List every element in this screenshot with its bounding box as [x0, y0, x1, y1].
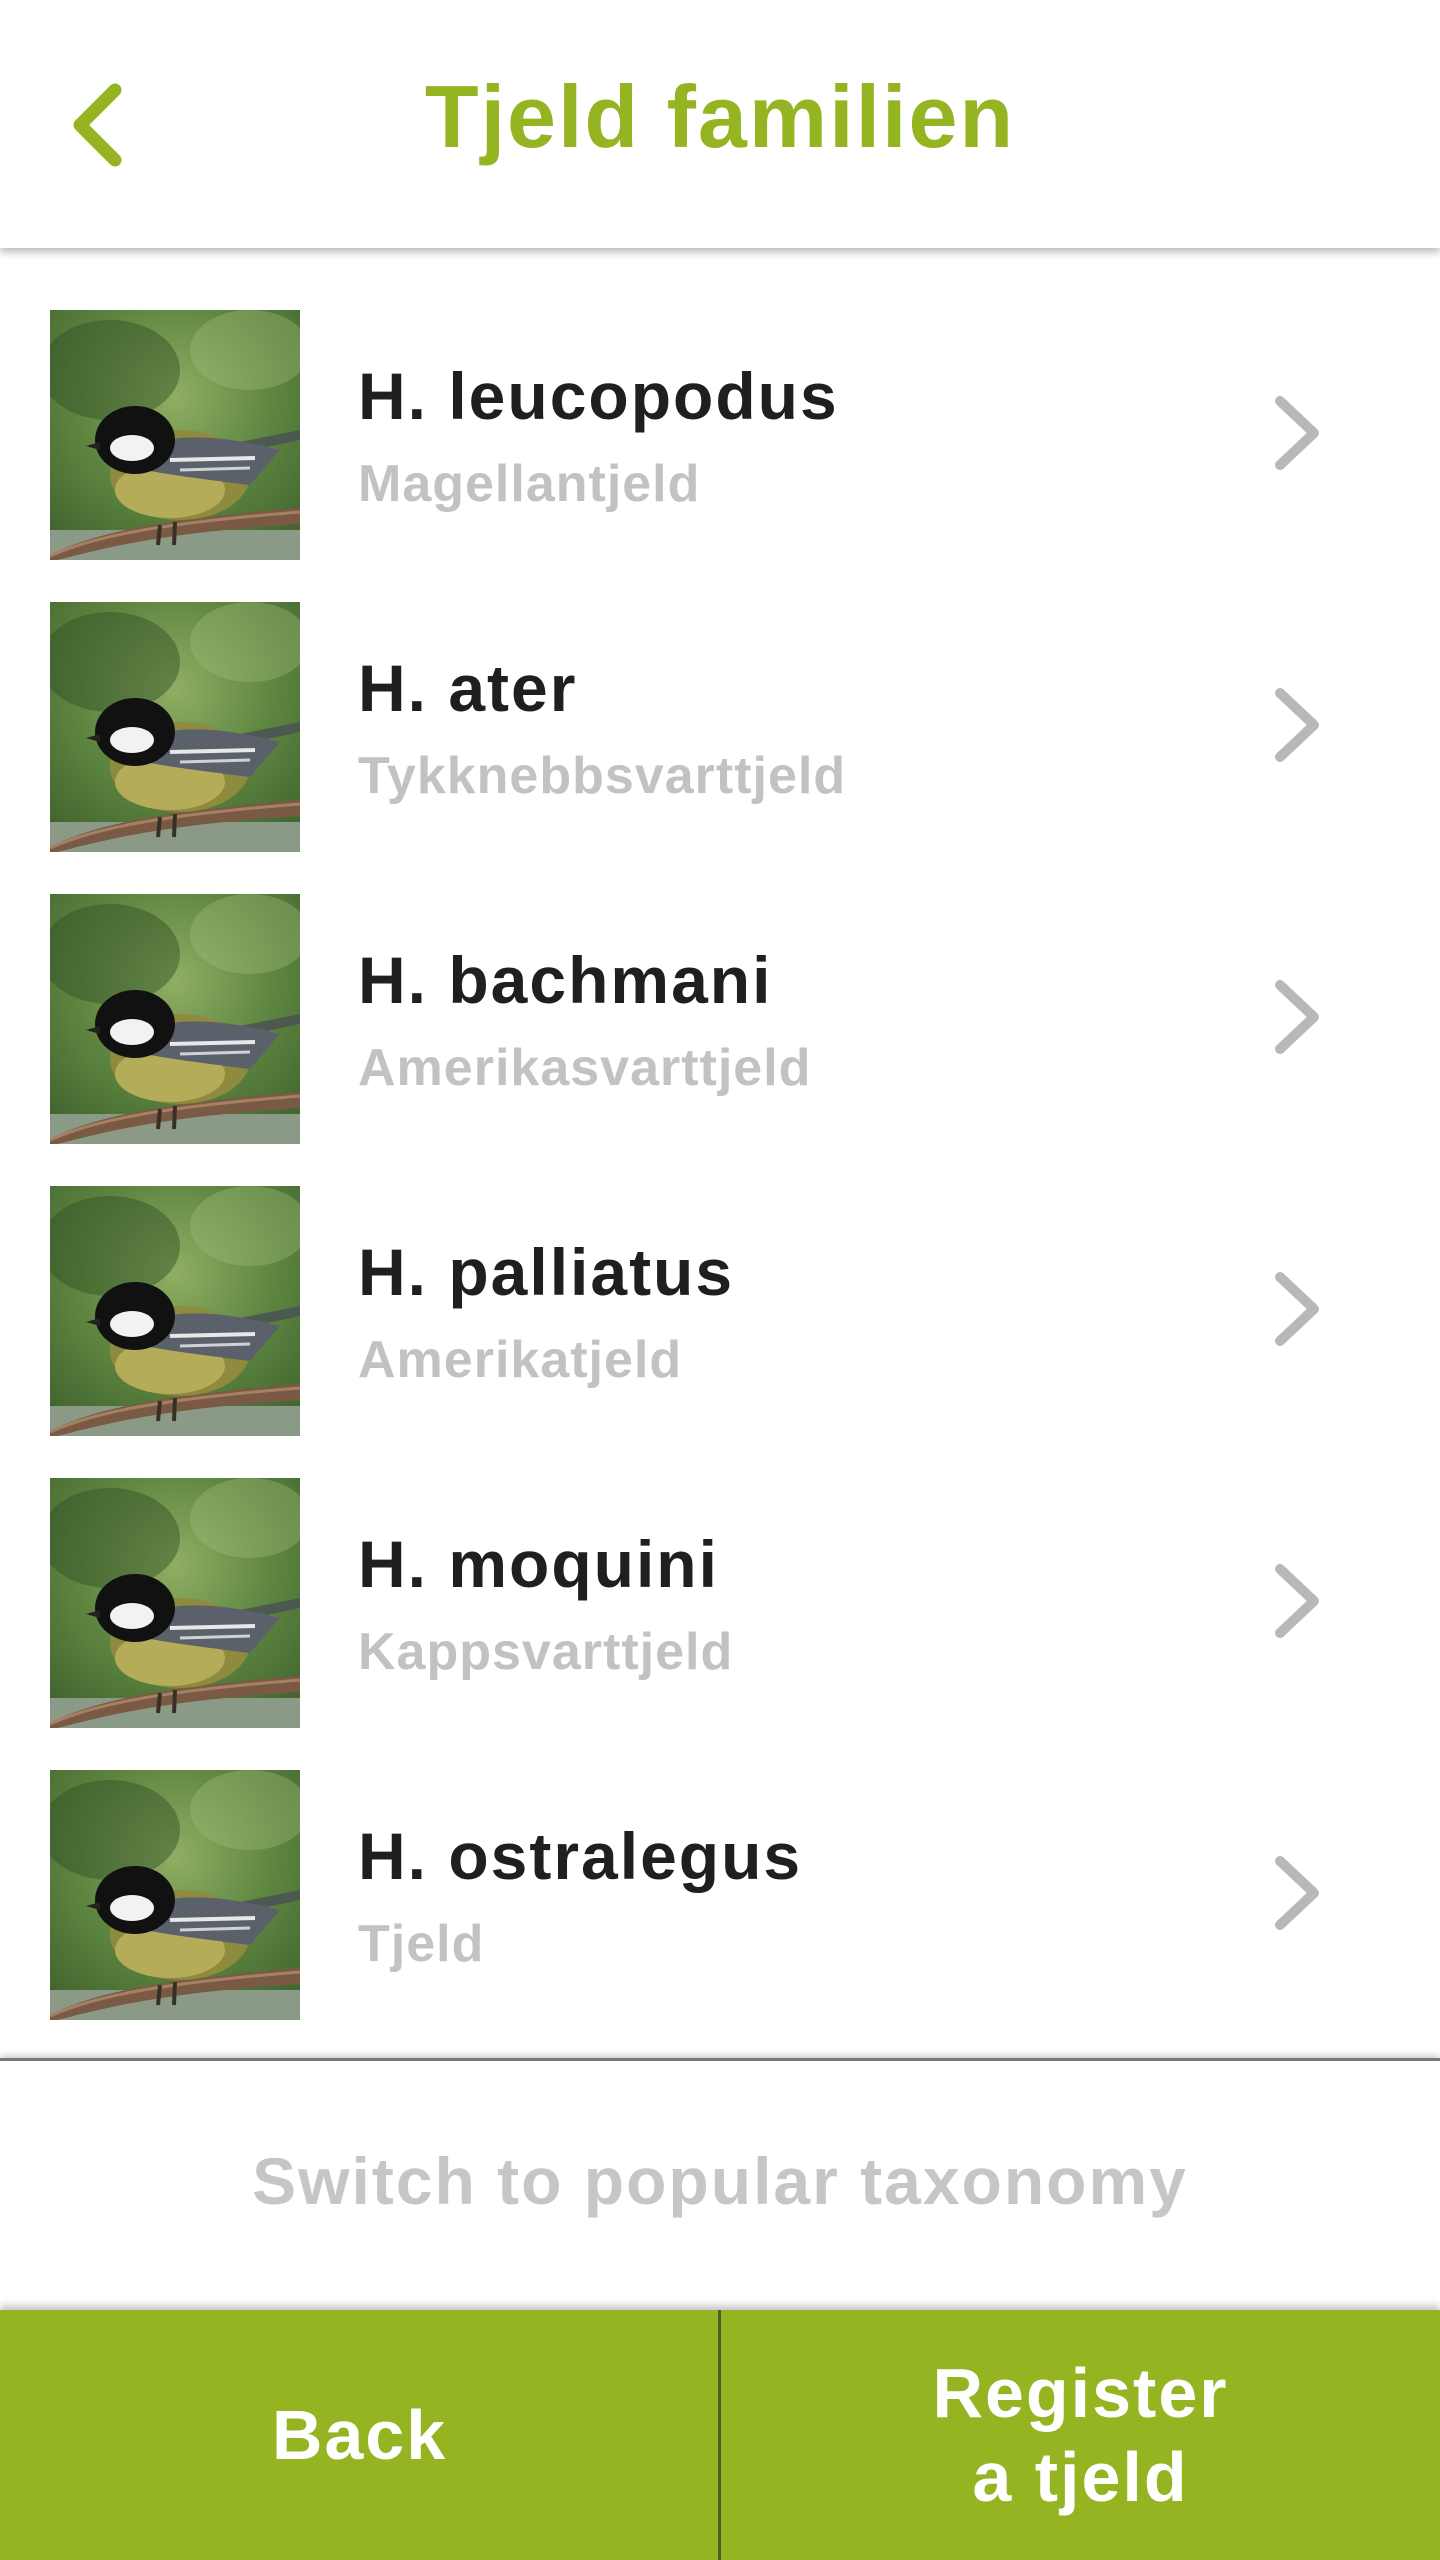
- species-scientific-name: H. ater: [358, 651, 578, 725]
- register-button[interactable]: Register a tjeld: [721, 2310, 1440, 2560]
- species-row[interactable]: H. leucopodus Magellantjeld: [0, 248, 1440, 540]
- page-title: Tjeld familien: [424, 67, 1016, 166]
- species-photo: [50, 1770, 300, 2020]
- species-common-name: Kappsvarttjeld: [358, 1623, 734, 1681]
- species-common-name: Tykknebbsvarttjeld: [358, 747, 847, 805]
- species-common-name: Tjeld: [358, 1915, 485, 1973]
- taxonomy-switch-bar: Switch to popular taxonomy: [0, 2058, 1440, 2313]
- app-header: Tjeld familien: [0, 0, 1440, 248]
- species-common-name: Amerikatjeld: [358, 1331, 683, 1389]
- footer-bar: Back Register a tjeld: [0, 2310, 1440, 2560]
- chevron-right-icon: [1275, 1564, 1319, 1638]
- species-row[interactable]: H. ater Tykknebbsvarttjeld: [0, 540, 1440, 832]
- species-common-name: Magellantjeld: [358, 455, 701, 513]
- species-scientific-name: H. moquini: [358, 1527, 719, 1601]
- switch-taxonomy-link[interactable]: Switch to popular taxonomy: [0, 2143, 1440, 2219]
- species-photo: [50, 1478, 300, 1728]
- species-photo: [50, 310, 300, 560]
- species-row[interactable]: H. bachmani Amerikasvarttjeld: [0, 832, 1440, 1124]
- species-photo: [50, 602, 300, 852]
- species-list: H. leucopodus Magellantjeld H. ater Tykk…: [0, 248, 1440, 2058]
- species-scientific-name: H. bachmani: [358, 943, 773, 1017]
- species-row[interactable]: H. palliatus Amerikatjeld: [0, 1124, 1440, 1416]
- chevron-right-icon: [1275, 396, 1319, 470]
- species-scientific-name: H. ostralegus: [358, 1819, 803, 1893]
- register-button-label-line2: a tjeld: [972, 2438, 1189, 2516]
- chevron-right-icon: [1275, 980, 1319, 1054]
- register-button-label-line1: Register: [932, 2354, 1229, 2432]
- species-scientific-name: H. palliatus: [358, 1235, 735, 1309]
- species-row[interactable]: H. ostralegus Tjeld: [0, 1708, 1440, 2000]
- species-scientific-name: H. leucopodus: [358, 359, 839, 433]
- chevron-right-icon: [1275, 1272, 1319, 1346]
- species-photo: [50, 894, 300, 1144]
- species-common-name: Amerikasvarttjeld: [358, 1039, 812, 1097]
- chevron-right-icon: [1275, 1856, 1319, 1930]
- species-photo: [50, 1186, 300, 1436]
- species-row[interactable]: H. moquini Kappsvarttjeld: [0, 1416, 1440, 1708]
- back-button[interactable]: Back: [0, 2310, 719, 2560]
- chevron-right-icon: [1275, 688, 1319, 762]
